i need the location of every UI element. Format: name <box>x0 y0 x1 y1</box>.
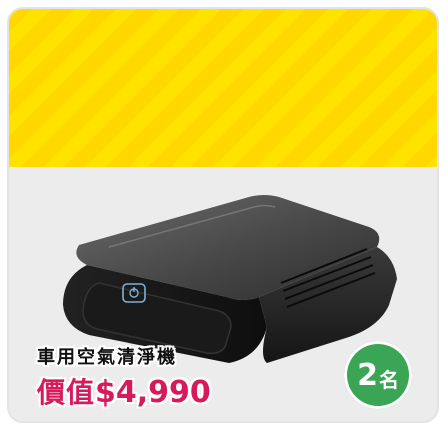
price-value: $4,990 <box>95 375 211 410</box>
price-label: 價值 <box>37 376 96 409</box>
winner-count-number: 2 <box>357 357 378 393</box>
winner-count-badge: 2名 <box>344 341 412 409</box>
winner-count-unit: 名 <box>378 367 399 392</box>
price-row: 價值$4,990 <box>37 371 211 411</box>
striped-yellow-banner <box>9 9 437 167</box>
prize-card[interactable]: 車用空氣清淨機 價值$4,990 2名 <box>7 7 439 423</box>
product-name: 車用空氣清淨機 <box>37 347 177 368</box>
